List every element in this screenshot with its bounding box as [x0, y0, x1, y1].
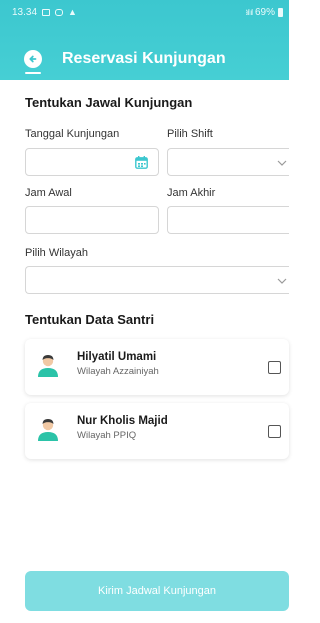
- santri-card[interactable]: Nur Kholis Majid Wilayah PPIQ: [25, 403, 289, 459]
- santri-name: Nur Kholis Majid: [77, 415, 168, 427]
- title-row: Reservasi Kunjungan: [0, 42, 289, 76]
- jam-akhir-field[interactable]: [167, 206, 289, 234]
- tanggal-label: Tanggal Kunjungan: [25, 128, 120, 140]
- jam-awal-label: Jam Awal: [25, 187, 72, 199]
- tanggal-field[interactable]: [25, 148, 159, 176]
- jam-akhir-label: Jam Akhir: [167, 187, 216, 199]
- battery-percent: 69%: [254, 6, 275, 18]
- santri-wilayah: Wilayah Azzainiyah: [77, 366, 159, 377]
- schedule-section-title: Tentukan Jawal Kunjungan: [25, 95, 193, 110]
- status-time: 13.34: [12, 6, 38, 18]
- chevron-down-icon: [277, 160, 287, 166]
- calendar-icon[interactable]: [135, 156, 148, 169]
- wilayah-label: Pilih Wilayah: [25, 247, 88, 259]
- jam-awal-field[interactable]: [25, 206, 159, 234]
- main-content: Tentukan Jawal Kunjungan Tanggal Kunjung…: [0, 80, 289, 623]
- submit-button[interactable]: Kirim Jadwal Kunjungan: [25, 571, 289, 611]
- santri-card[interactable]: Hilyatil Umami Wilayah Azzainiyah: [25, 339, 289, 395]
- santri-name: Hilyatil Umami: [77, 351, 157, 363]
- santri-checkbox[interactable]: [268, 361, 281, 374]
- page-title: Reservasi Kunjungan: [62, 50, 226, 67]
- battery-icon: [278, 7, 283, 17]
- shift-select[interactable]: [167, 148, 289, 176]
- student-avatar-icon: [38, 355, 58, 377]
- santri-checkbox[interactable]: [268, 425, 281, 438]
- signal-icon: ⁝ıl ıl: [245, 7, 253, 17]
- back-arrow-icon: [29, 55, 37, 63]
- back-underline: [25, 72, 41, 74]
- santri-wilayah: Wilayah PPIQ: [77, 430, 137, 441]
- gallery-notification-icon: [42, 8, 51, 16]
- wilayah-value[interactable]: [26, 267, 289, 293]
- santri-section-title: Tentukan Data Santri: [25, 312, 155, 327]
- app-notification-icon: ▲: [68, 7, 77, 17]
- jam-awal-input[interactable]: [26, 207, 158, 233]
- shift-value[interactable]: [168, 149, 289, 175]
- status-bar: 13.34 ▲ ⁝ıl ıl 69%: [0, 0, 289, 24]
- wilayah-select[interactable]: [25, 266, 289, 294]
- app-bar: 13.34 ▲ ⁝ıl ıl 69% Reservasi Kunjungan: [0, 0, 289, 80]
- back-button[interactable]: [24, 50, 42, 68]
- chevron-down-icon: [277, 278, 287, 284]
- shift-label: Pilih Shift: [167, 128, 213, 140]
- jam-akhir-input[interactable]: [168, 207, 289, 233]
- submit-button-label: Kirim Jadwal Kunjungan: [97, 585, 216, 597]
- instagram-notification-icon: [55, 8, 64, 16]
- student-avatar-icon: [38, 419, 58, 441]
